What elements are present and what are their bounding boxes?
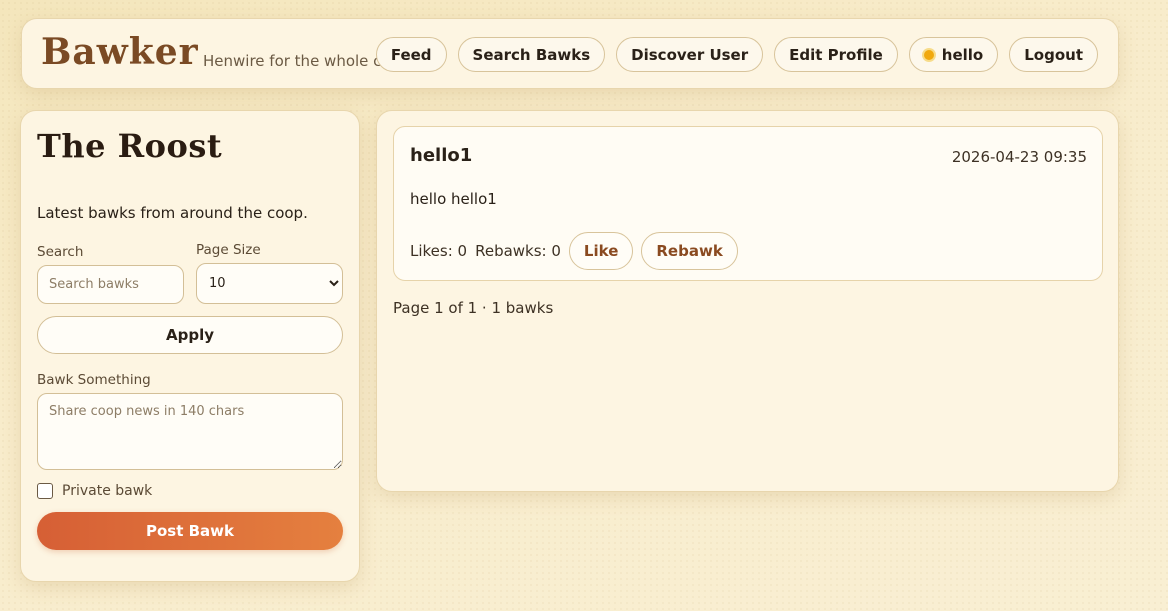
rebawk-button[interactable]: Rebawk bbox=[641, 232, 738, 270]
logout-button[interactable]: Logout bbox=[1009, 37, 1098, 72]
bawk-card: hello1 2026-04-23 09:35 hello hello1 Lik… bbox=[393, 126, 1103, 281]
nav-edit-profile-button[interactable]: Edit Profile bbox=[774, 37, 898, 72]
page-size-select[interactable]: 10 bbox=[196, 263, 343, 304]
page-subtitle: Latest bawks from around the coop. bbox=[37, 204, 308, 222]
likes-count: Likes: 0 bbox=[410, 242, 468, 260]
user-profile-button[interactable]: hello bbox=[908, 37, 999, 72]
main-nav: Feed Search Bawks Discover User Edit Pro… bbox=[375, 37, 1098, 72]
bawk-timestamp: 2026-04-23 09:35 bbox=[951, 148, 1087, 166]
nav-discover-button[interactable]: Discover User bbox=[616, 37, 764, 72]
post-bawk-button[interactable]: Post Bawk bbox=[37, 512, 343, 550]
private-bawk-row: Private bawk bbox=[37, 483, 152, 499]
nav-feed-button[interactable]: Feed bbox=[375, 37, 447, 72]
online-status-icon bbox=[923, 49, 934, 60]
search-label: Search bbox=[37, 244, 84, 260]
page-size-label: Page Size bbox=[196, 242, 261, 258]
bawk-stats-row: Likes: 0 Rebawks: 0 Like Rebawk bbox=[410, 232, 738, 270]
like-button[interactable]: Like bbox=[568, 232, 634, 270]
compose-textarea[interactable] bbox=[37, 393, 343, 470]
rebawks-count: Rebawks: 0 bbox=[475, 242, 561, 260]
compose-label: Bawk Something bbox=[37, 372, 151, 388]
sidebar-panel: The Roost Latest bawks from around the c… bbox=[20, 110, 360, 582]
private-bawk-label: Private bawk bbox=[62, 483, 153, 499]
bawk-content: hello hello1 bbox=[410, 190, 497, 208]
nav-search-button[interactable]: Search Bawks bbox=[457, 37, 606, 72]
pagination-info: Page 1 of 1 · 1 bawks bbox=[393, 299, 554, 317]
search-input[interactable] bbox=[37, 265, 184, 304]
username-label: hello bbox=[941, 45, 984, 64]
apply-button[interactable]: Apply bbox=[37, 316, 343, 354]
app-header: Bawker Henwire for the whole coop Feed S… bbox=[21, 18, 1119, 89]
private-bawk-checkbox[interactable] bbox=[37, 483, 53, 499]
bawk-author[interactable]: hello1 bbox=[410, 145, 472, 166]
feed-panel: hello1 2026-04-23 09:35 hello hello1 Lik… bbox=[376, 110, 1119, 492]
page-title: The Roost bbox=[37, 127, 223, 165]
brand-logo[interactable]: Bawker bbox=[41, 31, 199, 73]
